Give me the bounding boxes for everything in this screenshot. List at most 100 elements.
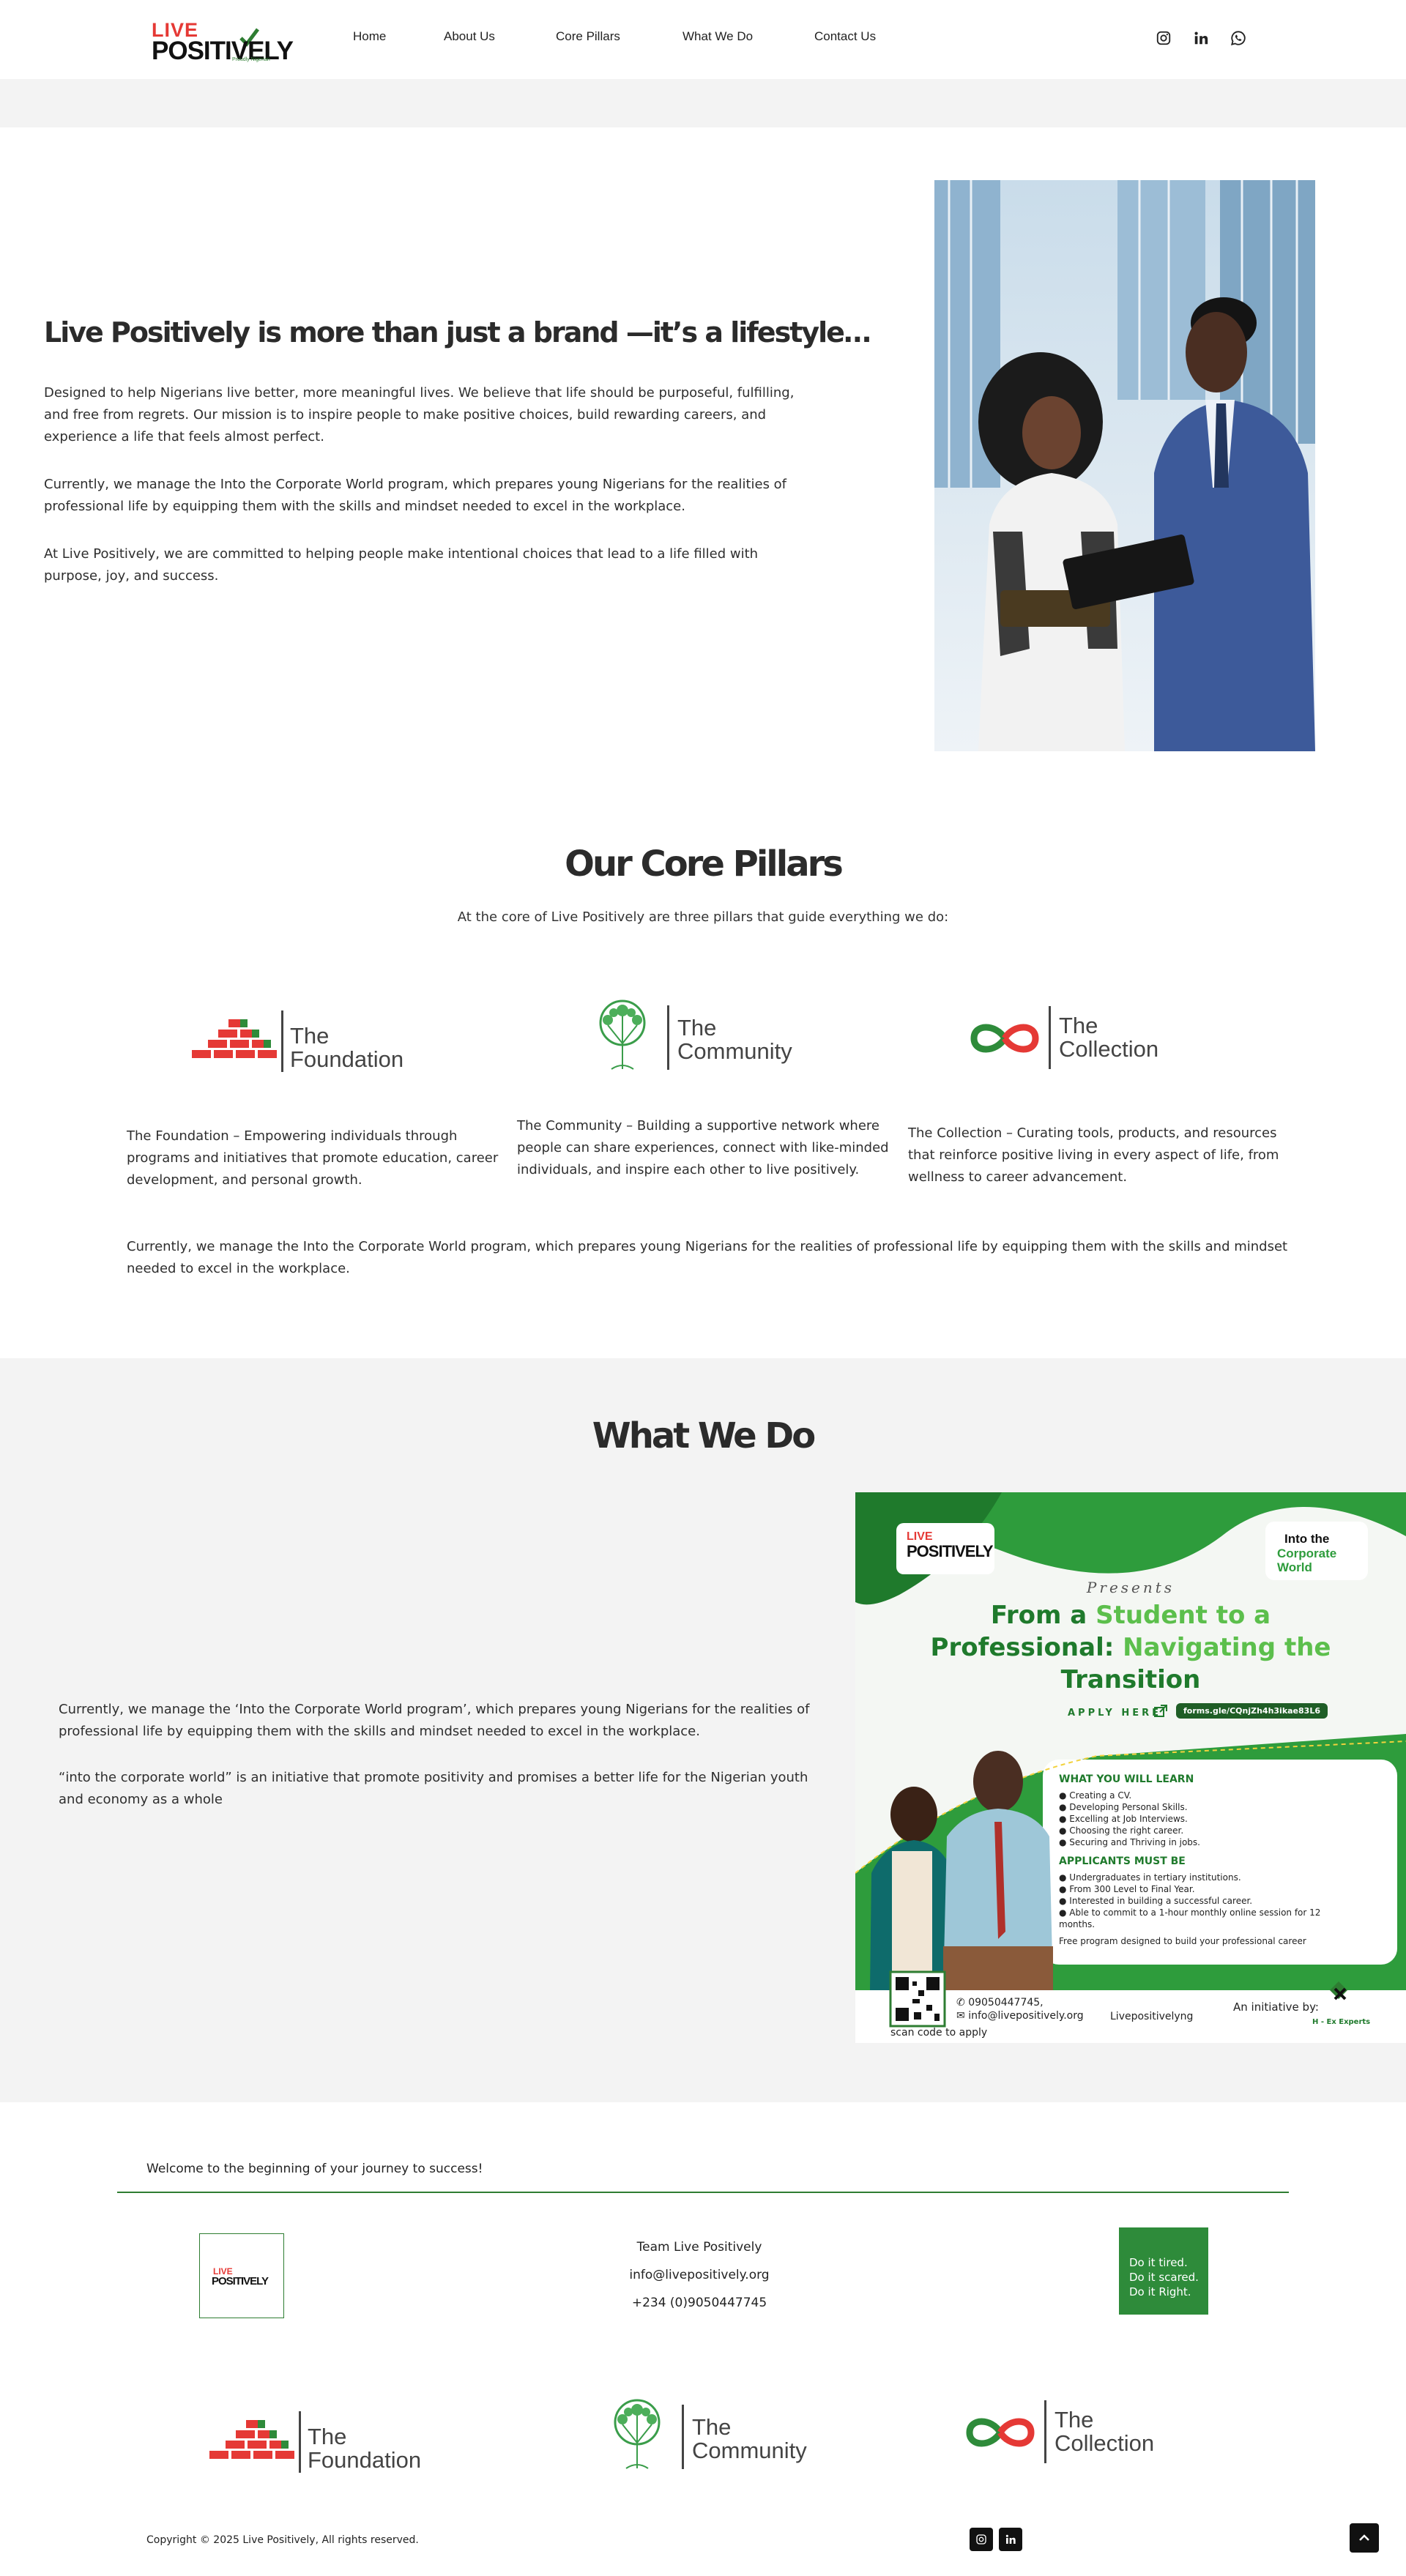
copyright-text: Copyright © 2025 Live Positively, All ri…	[146, 2534, 419, 2546]
external-link-icon	[1153, 1704, 1168, 1721]
nav-what-we-do[interactable]: What We Do	[682, 29, 753, 44]
program-flyer: LIVE POSITIVELY Into the Corporate World…	[855, 1492, 1406, 2043]
list-item: ● From 300 Level to Final Year.	[1059, 1884, 1195, 1894]
badge-corporate-world: Corporate World	[1277, 1546, 1337, 1574]
list-item: ● Able to commit to a 1-hour monthly onl…	[1059, 1907, 1321, 1929]
flyer-initiative: An initiative by:	[1233, 2000, 1319, 2014]
community-logo: The Community	[589, 999, 824, 1073]
footer-foundation-word-the: The	[308, 2424, 347, 2449]
footer-team-name: Team Live Positively	[636, 2240, 762, 2255]
nav-core-pillars[interactable]: Core Pillars	[556, 29, 620, 44]
footer-phone[interactable]: +234 (0)9050447745	[557, 2296, 842, 2310]
footer-community-word-main: Community	[692, 2438, 807, 2463]
about-paragraph-3: At Live Positively, we are committed to …	[44, 546, 759, 584]
foundation-word-the: The	[290, 1023, 330, 1049]
footer-foundation-word-main: Foundation	[308, 2447, 422, 2473]
what-we-do-paragraph-2: “into the corporate world” is an initiat…	[59, 1770, 808, 1807]
what-we-do-paragraph-1: Currently, we manage the ‘Into the Corpo…	[59, 1702, 810, 1739]
linkedin-icon[interactable]	[999, 2528, 1022, 2551]
flyer-must-list: ● Undergraduates in tertiary institution…	[1059, 1872, 1352, 1930]
footer-collection-logo: The Collection	[965, 2397, 1199, 2471]
nav-contact-us[interactable]: Contact Us	[814, 29, 876, 44]
flyer-must-title: APPLICANTS MUST BE	[1059, 1855, 1186, 1867]
collection-logo: The Collection	[970, 1003, 1204, 1076]
about-paragraph-1: Designed to help Nigerians live better, …	[44, 385, 795, 444]
linkedin-icon[interactable]	[1192, 29, 1210, 47]
footer-divider	[117, 2192, 1289, 2193]
header-spacer-band	[0, 79, 1406, 127]
flyer-free-note: Free program designed to build your prof…	[1059, 1936, 1306, 1946]
nav-home[interactable]: Home	[353, 29, 386, 44]
about-paragraph-2: Currently, we manage the Into the Corpor…	[44, 477, 787, 514]
list-item: ● Excelling at Job Interviews.	[1059, 1814, 1188, 1824]
infinity-icon	[966, 2418, 1035, 2447]
pillar-desc-foundation: The Foundation – Empowering individuals …	[127, 1128, 499, 1188]
hero-photo	[934, 180, 1315, 751]
bricks-icon	[192, 1019, 277, 1058]
flyer-learn-list: ● Creating a CV. ● Developing Personal S…	[1059, 1790, 1388, 1848]
chevron-up-icon	[1359, 2534, 1369, 2541]
list-item: ● Securing and Thriving in jobs.	[1059, 1837, 1200, 1847]
about-title: Live Positively is more than just a bran…	[44, 316, 871, 349]
footer-welcome: Welcome to the beginning of your journey…	[146, 2162, 483, 2176]
corporate-world-badge: Into the Corporate World	[1265, 1522, 1368, 1580]
community-word-main: Community	[677, 1038, 792, 1064]
footer-email[interactable]: info@livepositively.org	[557, 2268, 842, 2282]
flyer-apply-label: APPLY HERE	[1068, 1708, 1161, 1719]
foundation-logo: The Foundation	[192, 1003, 434, 1076]
nav-about-us[interactable]: About Us	[444, 29, 495, 44]
collection-word-main: Collection	[1059, 1036, 1159, 1062]
flyer-phone: ✆ 09050447745,	[956, 1997, 1044, 2009]
foundation-word-main: Foundation	[290, 1046, 404, 1072]
instagram-icon[interactable]	[970, 2528, 993, 2551]
flyer-learn-box: WHAT YOU WILL LEARN ● Creating a CV. ● D…	[1059, 1773, 1388, 1946]
infinity-icon	[970, 1024, 1039, 1053]
flyer-logo-positively: POSITIVELY	[907, 1542, 994, 1560]
flyer-headline: From a Student to a Professional: Naviga…	[930, 1601, 1331, 1694]
what-we-do-title: What We Do	[592, 1415, 816, 1456]
flyer-learn-title: WHAT YOU WILL LEARN	[1059, 1773, 1194, 1785]
pillars-title: Our Core Pillars	[565, 844, 844, 885]
footer-collection-word-main: Collection	[1054, 2430, 1155, 2456]
footer-collection-word-the: The	[1054, 2407, 1094, 2432]
flyer-contact: ✆ 09050447745, ✉ info@livepositively.org	[956, 1996, 1084, 2022]
footer-community-logo: The Community	[604, 2399, 838, 2472]
list-item: ● Choosing the right career.	[1059, 1825, 1184, 1836]
pillars-subtitle: At the core of Live Positively are three…	[457, 909, 949, 925]
badge-into-the: Into the	[1284, 1532, 1330, 1546]
motto-line-1: Do it tired.	[1129, 2256, 1188, 2269]
community-word-the: The	[677, 1015, 717, 1041]
flyer-presents: Presents	[1086, 1579, 1175, 1596]
bricks-icon	[209, 2420, 294, 2459]
list-item: ● Developing Personal Skills.	[1059, 1802, 1188, 1812]
logo-positively-text: POSITIVELY	[152, 37, 294, 65]
motto-line-2: Do it scared.	[1129, 2271, 1199, 2284]
flyer-handle: Livepositivelyng	[1110, 2011, 1194, 2022]
site-header: LIVE POSITIVELY Proudly Nigerian Home Ab…	[0, 0, 1406, 79]
footer-community-word-the: The	[692, 2414, 732, 2440]
list-item: ● Creating a CV.	[1059, 1790, 1132, 1801]
scroll-to-top-button[interactable]	[1350, 2523, 1379, 2553]
pillar-desc-collection: The Collection – Curating tools, product…	[908, 1125, 1279, 1185]
site-logo[interactable]: LIVE POSITIVELY Proudly Nigerian	[152, 19, 295, 65]
motto-badge: Do it tired. Do it scared. Do it Right.	[1119, 2227, 1208, 2315]
list-item: ● Interested in building a successful ca…	[1059, 1896, 1253, 1906]
pillars-note: Currently, we manage the Into the Corpor…	[127, 1239, 1288, 1276]
list-item: ● Undergraduates in tertiary institution…	[1059, 1872, 1241, 1883]
footer-logo[interactable]: LIVE POSITIVELY	[199, 2233, 284, 2318]
flyer-email: ✉ info@livepositively.org	[956, 2010, 1084, 2022]
whatsapp-icon[interactable]	[1230, 29, 1247, 47]
flyer-hex-experts: H - Ex Experts	[1312, 2018, 1371, 2026]
footer-foundation-logo: The Foundation	[209, 2404, 451, 2477]
tree-icon	[614, 2399, 661, 2469]
collection-word-the: The	[1059, 1013, 1098, 1038]
pillar-desc-community: The Community – Building a supportive ne…	[517, 1118, 889, 1177]
logo-tagline: Proudly Nigerian	[232, 57, 270, 62]
flyer-logo-badge: LIVE POSITIVELY	[896, 1523, 994, 1574]
motto-line-3: Do it Right.	[1129, 2285, 1191, 2298]
footer-logo-positively: POSITIVELY	[212, 2275, 269, 2287]
instagram-icon[interactable]	[1155, 29, 1172, 47]
flyer-scan-text: scan code to apply	[890, 2027, 988, 2039]
tree-icon	[599, 999, 646, 1070]
flyer-apply-link[interactable]: forms.gle/CQnjZh4h3ikae83L6	[1176, 1703, 1328, 1719]
